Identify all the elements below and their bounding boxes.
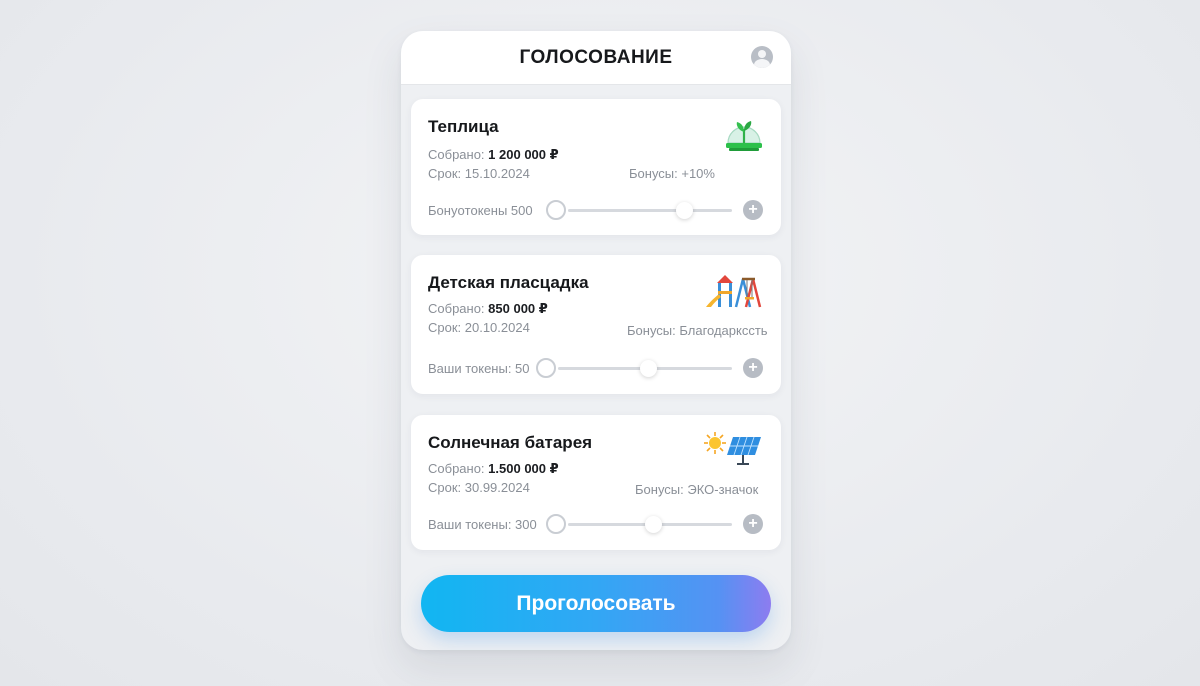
project-card-solar[interactable]: Солнечная батарея Собрано: 1.500 000 ₽ С… — [411, 415, 781, 550]
solar-panel-icon — [704, 432, 761, 465]
slider-thumb[interactable] — [639, 360, 657, 377]
token-slider[interactable] — [546, 514, 732, 534]
deadline-text: Срок: 30.99.2024 — [428, 480, 530, 495]
slider-min-knob[interactable] — [536, 358, 556, 378]
add-tokens-button[interactable]: + — [743, 358, 763, 378]
tokens-label: Ваши токены: 300 — [428, 517, 537, 532]
vote-button[interactable]: Проголосовать — [421, 575, 771, 632]
add-tokens-button[interactable]: + — [743, 200, 763, 220]
playground-icon — [706, 275, 762, 308]
slider-thumb[interactable] — [675, 202, 693, 219]
slider-min-knob[interactable] — [546, 200, 566, 220]
voting-screen: ГОЛОСОВАНИЕ Теплица Собрано: 1 200 000 ₽… — [401, 31, 791, 650]
project-card-playground[interactable]: Детская пласцадка Собрано: 850 000 ₽ Сро… — [411, 255, 781, 394]
project-title: Теплица — [428, 117, 499, 136]
page-background: ГОЛОСОВАНИЕ Теплица Собрано: 1 200 000 ₽… — [0, 0, 1200, 686]
project-title: Детская пласцадка — [428, 273, 589, 292]
project-card-greenhouse[interactable]: Теплица Собрано: 1 200 000 ₽ Срок: 15.10… — [411, 99, 781, 235]
deadline-text: Срок: 15.10.2024 — [428, 166, 530, 181]
app-header: ГОЛОСОВАНИЕ — [401, 31, 791, 84]
slider-track[interactable] — [568, 209, 732, 212]
project-title: Солнечная батарея — [428, 433, 593, 452]
add-tokens-button[interactable]: + — [743, 514, 763, 534]
deadline-text: Срок: 20.10.2024 — [428, 320, 530, 335]
token-slider[interactable] — [536, 358, 732, 378]
collected-amount: Собрано: 1 200 000 ₽ — [428, 147, 559, 162]
bonus-text: Бонусы: Благодаркссть — [627, 323, 768, 338]
bonus-text: Бонусы: +10% — [629, 166, 715, 181]
slider-thumb[interactable] — [644, 516, 662, 533]
page-title: ГОЛОСОВАНИЕ — [519, 46, 673, 68]
slider-min-knob[interactable] — [546, 514, 566, 534]
collected-amount: Собрано: 850 000 ₽ — [428, 301, 548, 316]
tokens-label: Бонуοтокены 500 — [428, 203, 533, 218]
bonus-text: Бонусы: ЭКО-значок — [635, 482, 759, 497]
user-avatar-icon[interactable] — [751, 46, 773, 68]
tokens-label: Ваши токены: 50 — [428, 361, 530, 376]
greenhouse-icon — [726, 121, 762, 151]
token-slider[interactable] — [546, 200, 732, 220]
collected-amount: Собрано: 1.500 000 ₽ — [428, 461, 559, 476]
